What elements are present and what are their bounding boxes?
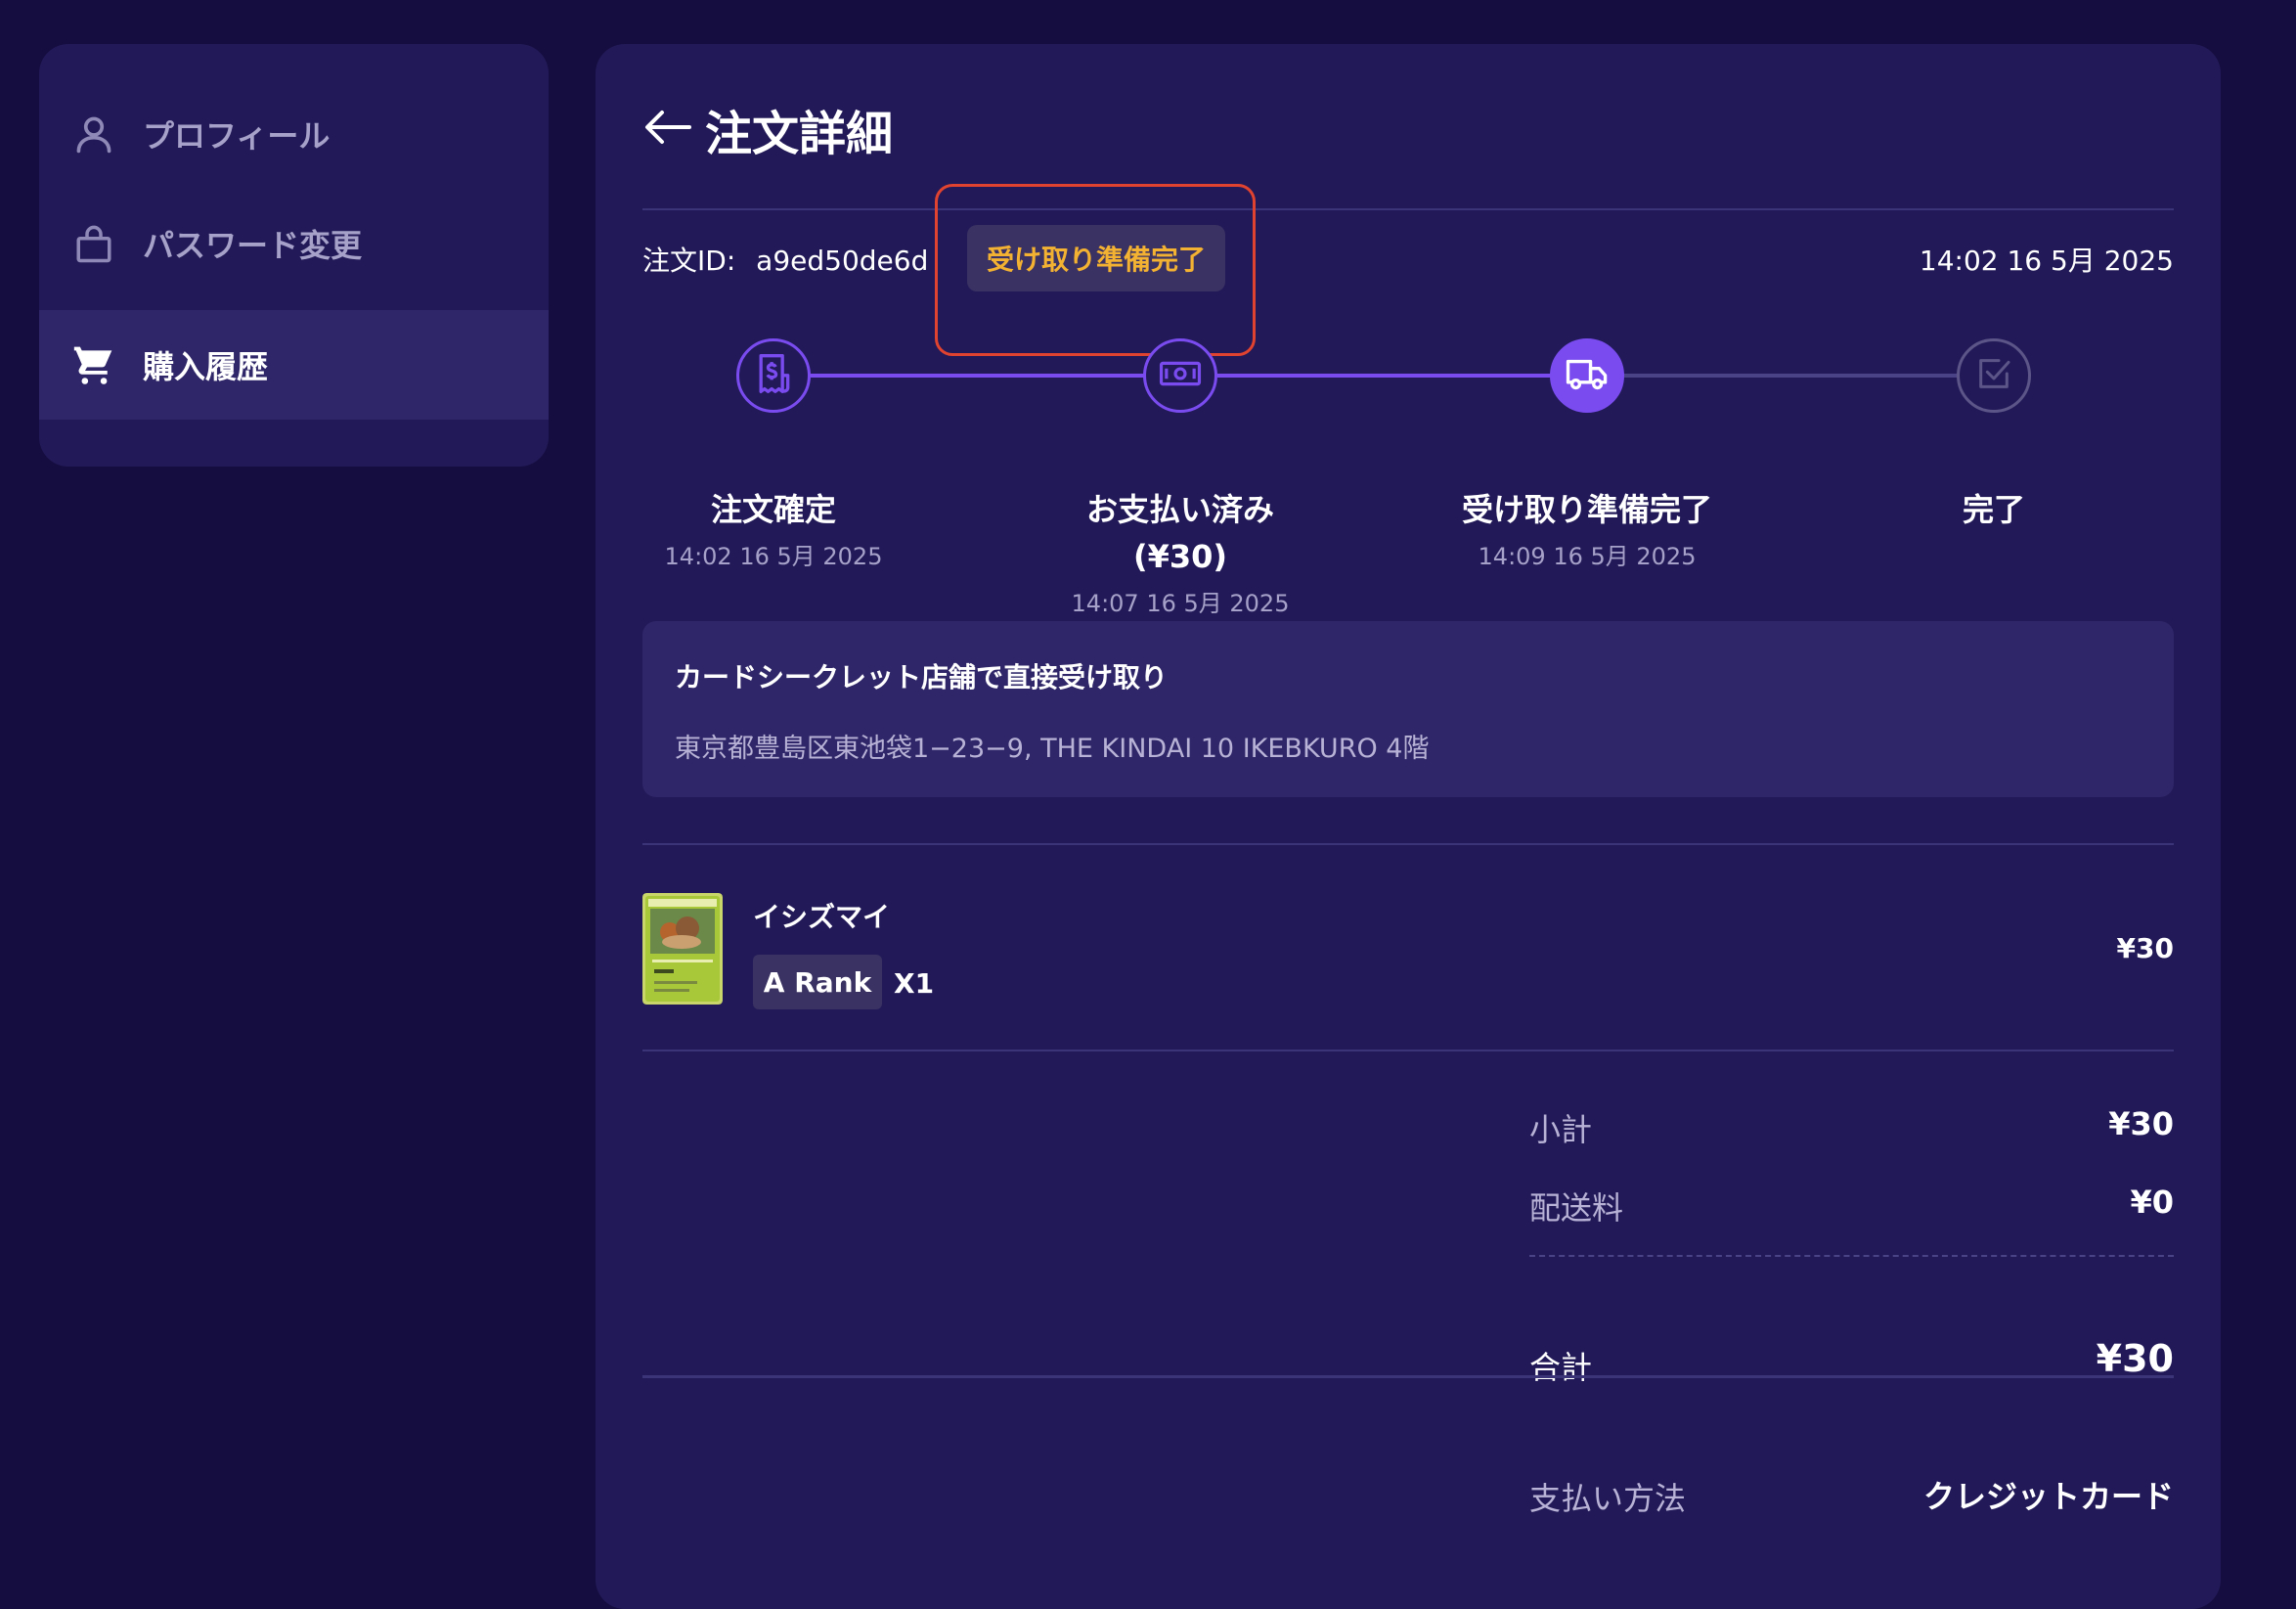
rank-badge: A Rank bbox=[753, 955, 882, 1009]
divider bbox=[642, 843, 2174, 845]
step-1-label: 注文確定 bbox=[710, 491, 836, 528]
check-square-icon bbox=[1974, 354, 2013, 397]
total-label: 合計 bbox=[1529, 1349, 1593, 1386]
step-2-time: 14:07 16 5月 2025 bbox=[1071, 590, 1290, 617]
sidebar-item-label: パスワード変更 bbox=[143, 227, 363, 264]
order-detail-panel: 注文詳細 注文ID: a9ed50de6d 受け取り準備完了 14:02 16 … bbox=[596, 44, 2221, 1609]
banknote-icon bbox=[1158, 354, 1203, 397]
step-2-amount: (¥30) bbox=[1132, 538, 1228, 575]
sidebar: プロフィール パスワード変更 購入履歴 bbox=[39, 44, 549, 467]
pickup-address: 東京都豊島区東池袋1−23−9, THE KINDAI 10 IKEBKURO … bbox=[675, 734, 1430, 764]
payment-method-value: クレジットカード bbox=[1922, 1478, 2174, 1515]
arrow-left-icon[interactable] bbox=[642, 106, 693, 149]
step-3-label: 受け取り準備完了 bbox=[1461, 491, 1712, 528]
step-1-circle bbox=[736, 338, 811, 413]
order-id-label: 注文ID: bbox=[642, 245, 736, 277]
receipt-icon bbox=[752, 352, 795, 399]
card-thumbnail bbox=[642, 893, 723, 1005]
sidebar-item-purchase-history[interactable]: 購入履歴 bbox=[39, 310, 549, 420]
step-1-time: 14:02 16 5月 2025 bbox=[664, 543, 883, 570]
sidebar-item-label: プロフィール bbox=[143, 117, 331, 155]
status-badge: 受け取り準備完了 bbox=[967, 225, 1225, 291]
step-3-circle bbox=[1550, 338, 1624, 413]
divider bbox=[642, 1050, 2174, 1051]
step-2-circle bbox=[1143, 338, 1217, 413]
step-4-label: 完了 bbox=[1962, 491, 2025, 528]
total-value: ¥30 bbox=[2096, 1337, 2174, 1380]
lock-icon bbox=[70, 220, 117, 267]
order-id: 注文ID: a9ed50de6d bbox=[642, 240, 928, 279]
pickup-info-box: カードシークレット店舗で直接受け取り 東京都豊島区東池袋1−23−9, THE … bbox=[642, 621, 2174, 797]
divider bbox=[642, 208, 2174, 210]
item-price: ¥30 bbox=[2116, 932, 2174, 964]
payment-method-label: 支払い方法 bbox=[1529, 1480, 1687, 1517]
subtotal-value: ¥30 bbox=[2108, 1105, 2174, 1142]
step-2-label: お支払い済み bbox=[1085, 491, 1274, 528]
step-connector bbox=[1217, 374, 1558, 378]
user-icon bbox=[70, 111, 117, 157]
divider bbox=[642, 1375, 2174, 1378]
shipping-value: ¥0 bbox=[2130, 1184, 2174, 1221]
step-4-circle bbox=[1957, 338, 2031, 413]
step-3-time: 14:09 16 5月 2025 bbox=[1478, 543, 1697, 570]
truck-icon bbox=[1565, 354, 1610, 397]
shipping-label: 配送料 bbox=[1529, 1189, 1624, 1227]
step-connector bbox=[1624, 374, 1965, 378]
item-quantity: X1 bbox=[894, 967, 935, 1000]
sidebar-item-profile[interactable]: プロフィール bbox=[39, 79, 549, 189]
step-connector bbox=[811, 374, 1153, 378]
item-name[interactable]: イシズマイ bbox=[753, 896, 890, 935]
pickup-title: カードシークレット店舗で直接受け取り bbox=[675, 661, 1169, 693]
sidebar-item-label: 購入履歴 bbox=[143, 348, 269, 385]
sidebar-item-password[interactable]: パスワード変更 bbox=[39, 189, 549, 298]
summary-divider bbox=[1529, 1255, 2174, 1257]
order-id-value: a9ed50de6d bbox=[756, 245, 929, 277]
subtotal-label: 小計 bbox=[1529, 1111, 1593, 1148]
order-date: 14:02 16 5月 2025 bbox=[1919, 245, 2174, 277]
page-title: 注文詳細 bbox=[705, 107, 894, 161]
cart-icon bbox=[70, 341, 117, 388]
